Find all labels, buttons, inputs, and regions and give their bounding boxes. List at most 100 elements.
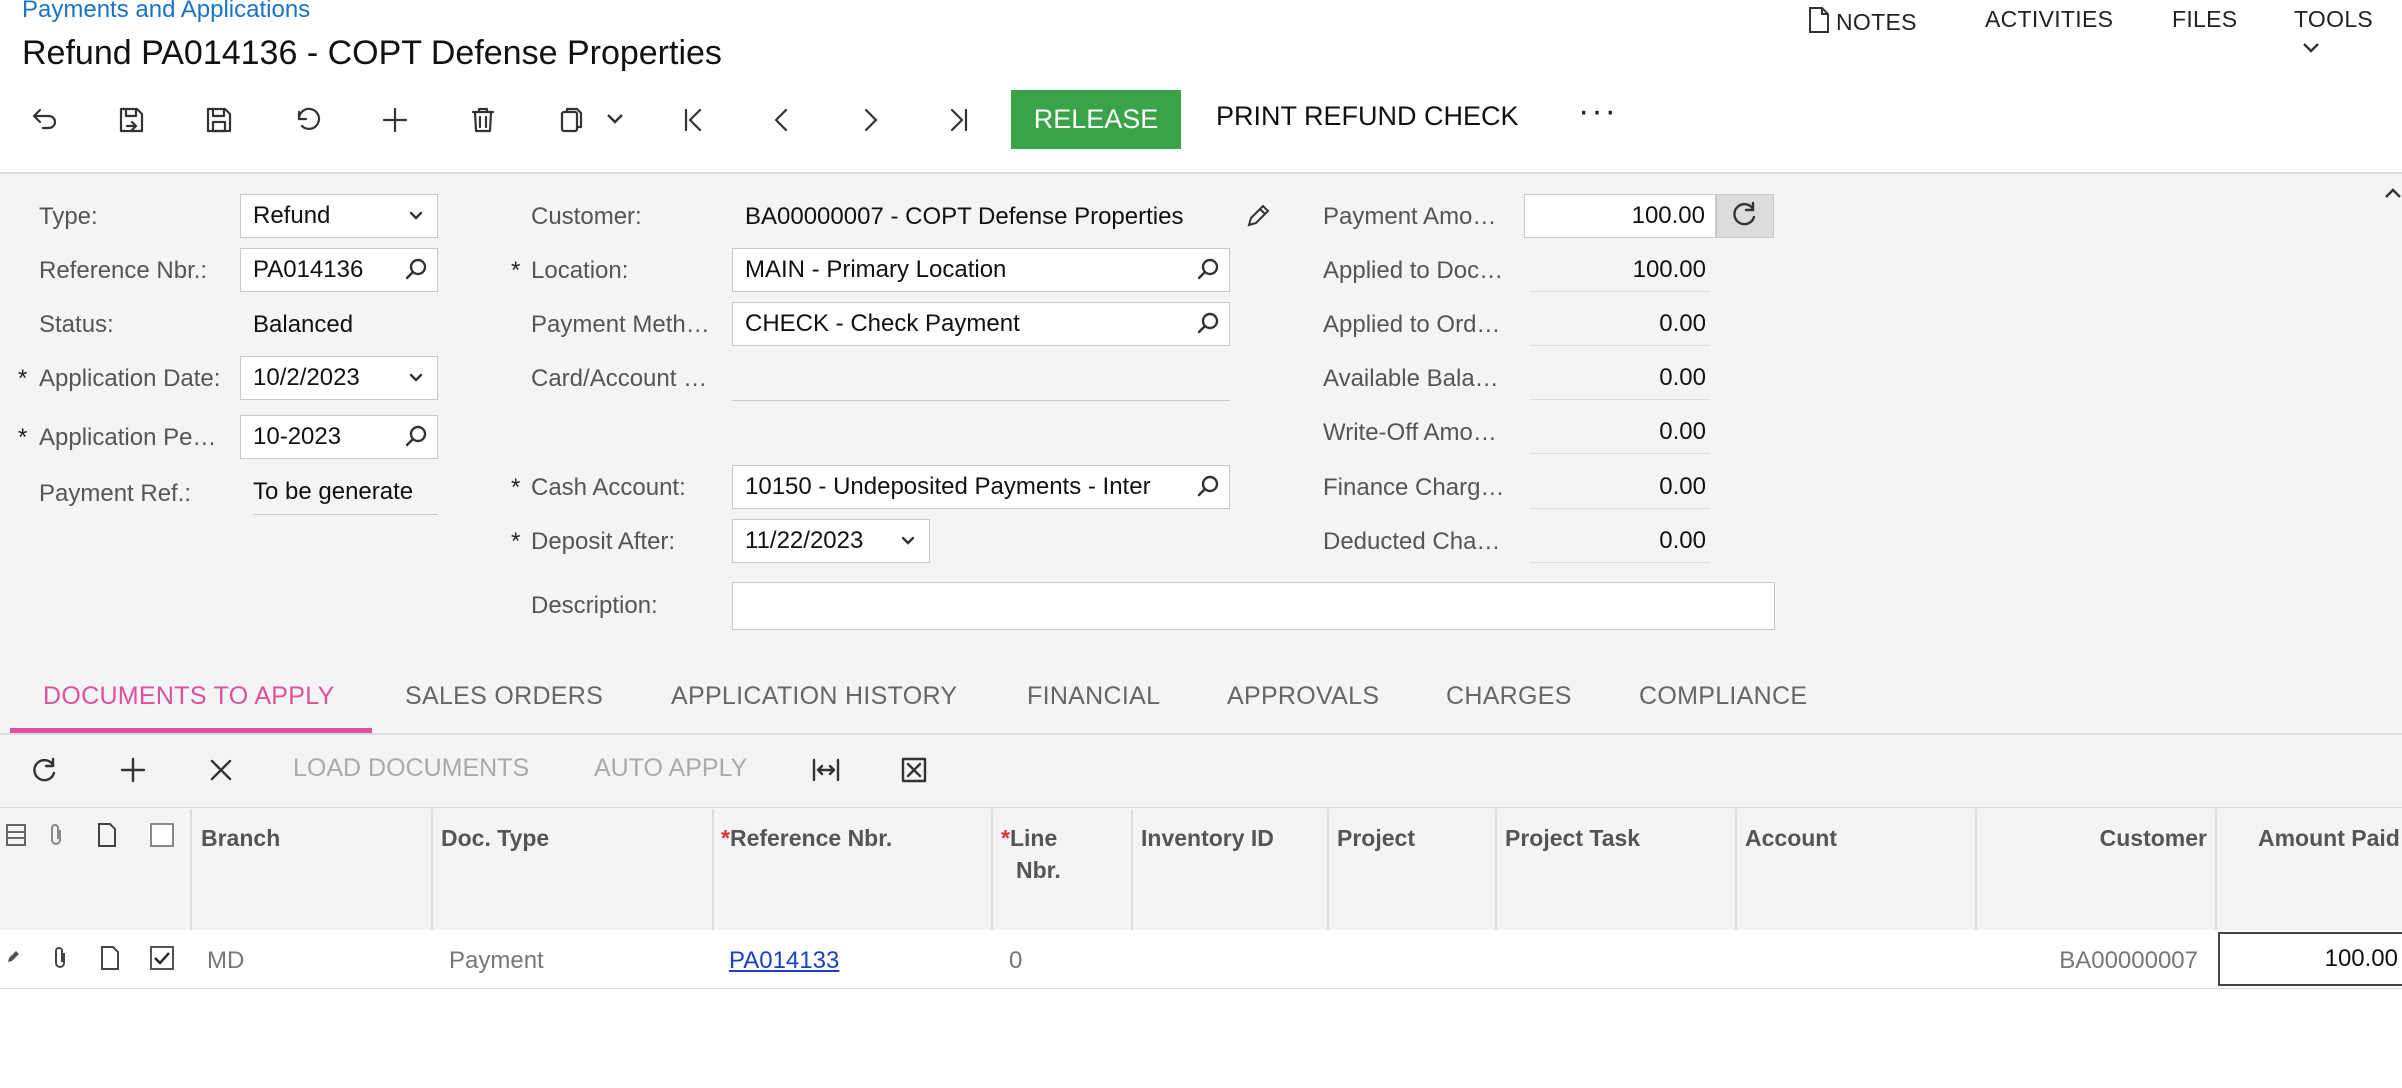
- refresh-amount-button[interactable]: [1716, 194, 1774, 238]
- attachment-icon[interactable]: [50, 945, 70, 976]
- type-select[interactable]: Refund: [240, 194, 438, 238]
- previous-record-icon[interactable]: [760, 98, 804, 142]
- payment-method-label: Payment Meth…: [531, 311, 710, 338]
- add-icon[interactable]: [373, 98, 417, 142]
- column-reference-nbr[interactable]: *Reference Nbr.: [721, 825, 892, 852]
- cash-account-field[interactable]: 10150 - Undeposited Payments - Inter: [732, 465, 1230, 509]
- copy-paste-icon[interactable]: [549, 98, 593, 142]
- collapse-icon[interactable]: [2384, 186, 2402, 204]
- search-icon[interactable]: [403, 424, 429, 450]
- edit-pencil-icon[interactable]: [1244, 202, 1272, 235]
- note-icon[interactable]: [99, 945, 121, 976]
- tab-financial[interactable]: FINANCIAL: [1027, 682, 1160, 711]
- required-marker: *: [721, 825, 730, 851]
- tab-compliance[interactable]: COMPLIANCE: [1639, 682, 1807, 711]
- refresh-icon: [1731, 200, 1759, 233]
- available-balance-label: Available Bala…: [1323, 365, 1499, 392]
- search-icon[interactable]: [1195, 257, 1221, 283]
- column-project-task[interactable]: Project Task: [1505, 825, 1640, 852]
- tools-button[interactable]: TOOLS: [2294, 6, 2402, 62]
- column-amount-paid[interactable]: Amount Paid: [2258, 825, 2402, 852]
- deposit-after-field[interactable]: 11/22/2023: [732, 519, 930, 563]
- breadcrumb[interactable]: Payments and Applications: [22, 0, 310, 24]
- location-field[interactable]: MAIN - Primary Location: [732, 248, 1230, 292]
- delete-row-icon[interactable]: [201, 750, 241, 790]
- type-label: Type:: [39, 203, 98, 230]
- add-row-icon[interactable]: [113, 750, 153, 790]
- applied-to-order-value: 0.00: [1530, 302, 1710, 346]
- next-record-icon[interactable]: [848, 98, 892, 142]
- files-button[interactable]: FILES: [2172, 6, 2237, 33]
- search-icon[interactable]: [403, 257, 429, 283]
- application-date-label: Application Date:: [39, 365, 221, 392]
- column-divider: [991, 809, 993, 930]
- cell-branch: MD: [207, 947, 245, 974]
- required-marker: *: [511, 257, 521, 284]
- amount-paid-input[interactable]: 100.00: [2218, 932, 2402, 986]
- column-account[interactable]: Account: [1745, 825, 1837, 852]
- export-excel-icon[interactable]: [894, 750, 934, 790]
- chevron-down-icon[interactable]: [606, 112, 624, 130]
- tab-sales-orders[interactable]: SALES ORDERS: [405, 682, 603, 711]
- reference-nbr-label: Reference Nbr.:: [39, 257, 208, 284]
- cash-account-label: Cash Account:: [531, 474, 686, 501]
- activities-button[interactable]: ACTIVITIES: [1985, 6, 2113, 33]
- back-icon[interactable]: [21, 98, 65, 142]
- tab-application-history[interactable]: APPLICATION HISTORY: [671, 682, 957, 711]
- search-icon[interactable]: [1195, 474, 1221, 500]
- payment-ref-field[interactable]: To be generate: [253, 478, 438, 515]
- payment-method-field[interactable]: CHECK - Check Payment: [732, 302, 1230, 346]
- last-record-icon[interactable]: [936, 98, 980, 142]
- required-marker: *: [18, 424, 28, 451]
- payment-amount-field[interactable]: 100.00: [1524, 194, 1716, 238]
- location-label: Location:: [531, 257, 629, 284]
- load-documents-button[interactable]: LOAD DOCUMENTS: [293, 754, 529, 783]
- column-line-nbr[interactable]: *Line: [1001, 825, 1057, 852]
- refresh-icon[interactable]: [25, 750, 65, 790]
- cell-reference-nbr-link[interactable]: PA014133: [729, 947, 839, 975]
- application-date-field[interactable]: 10/2/2023: [240, 356, 438, 400]
- card-account-field[interactable]: [732, 362, 1230, 401]
- more-actions-button[interactable]: ···: [1578, 92, 1618, 131]
- description-field[interactable]: [732, 582, 1775, 630]
- column-line-nbr-label-2: Nbr.: [1016, 857, 1061, 883]
- row-edit-icon[interactable]: [6, 948, 22, 969]
- save-icon[interactable]: [197, 98, 241, 142]
- chevron-down-icon: [895, 528, 921, 554]
- column-branch[interactable]: Branch: [201, 825, 280, 852]
- application-period-field[interactable]: 10-2023: [240, 415, 438, 459]
- tab-approvals[interactable]: APPROVALS: [1227, 682, 1379, 711]
- column-inventory-id[interactable]: Inventory ID: [1141, 825, 1274, 852]
- attachment-icon: [46, 822, 66, 853]
- delete-icon[interactable]: [461, 98, 505, 142]
- auto-apply-button[interactable]: AUTO APPLY: [594, 754, 747, 783]
- required-marker: *: [1001, 825, 1010, 851]
- reference-nbr-field[interactable]: PA014136: [240, 248, 438, 292]
- write-off-amount-label: Write-Off Amo…: [1323, 419, 1497, 446]
- customer-label: Customer:: [531, 203, 642, 230]
- tools-label: TOOLS: [2294, 6, 2374, 32]
- notes-button[interactable]: NOTES: [1808, 6, 1917, 40]
- description-label: Description:: [531, 592, 658, 619]
- search-icon[interactable]: [1195, 311, 1221, 337]
- reference-nbr-value: PA014136: [253, 256, 364, 283]
- select-all-checkbox[interactable]: [150, 823, 174, 847]
- customer-value[interactable]: BA00000007 - COPT Defense Properties: [745, 203, 1183, 231]
- first-record-icon[interactable]: [672, 98, 716, 142]
- release-button[interactable]: RELEASE: [1011, 90, 1181, 149]
- row-settings-icon[interactable]: [5, 822, 27, 853]
- tab-documents-to-apply[interactable]: DOCUMENTS TO APPLY: [43, 682, 335, 711]
- save-and-close-icon[interactable]: [109, 98, 153, 142]
- column-project[interactable]: Project: [1337, 825, 1415, 852]
- cell-doc-type: Payment: [449, 947, 544, 974]
- column-doc-type[interactable]: Doc. Type: [441, 825, 549, 852]
- column-customer[interactable]: Customer: [1985, 825, 2207, 852]
- fit-to-screen-icon[interactable]: [806, 750, 846, 790]
- print-refund-check-button[interactable]: PRINT REFUND CHECK: [1216, 101, 1519, 132]
- column-divider: [431, 809, 433, 930]
- undo-icon[interactable]: [285, 98, 329, 142]
- column-divider: [2215, 809, 2217, 930]
- row-selected-checkbox[interactable]: [150, 946, 174, 970]
- column-divider: [190, 809, 192, 930]
- tab-charges[interactable]: CHARGES: [1446, 682, 1572, 711]
